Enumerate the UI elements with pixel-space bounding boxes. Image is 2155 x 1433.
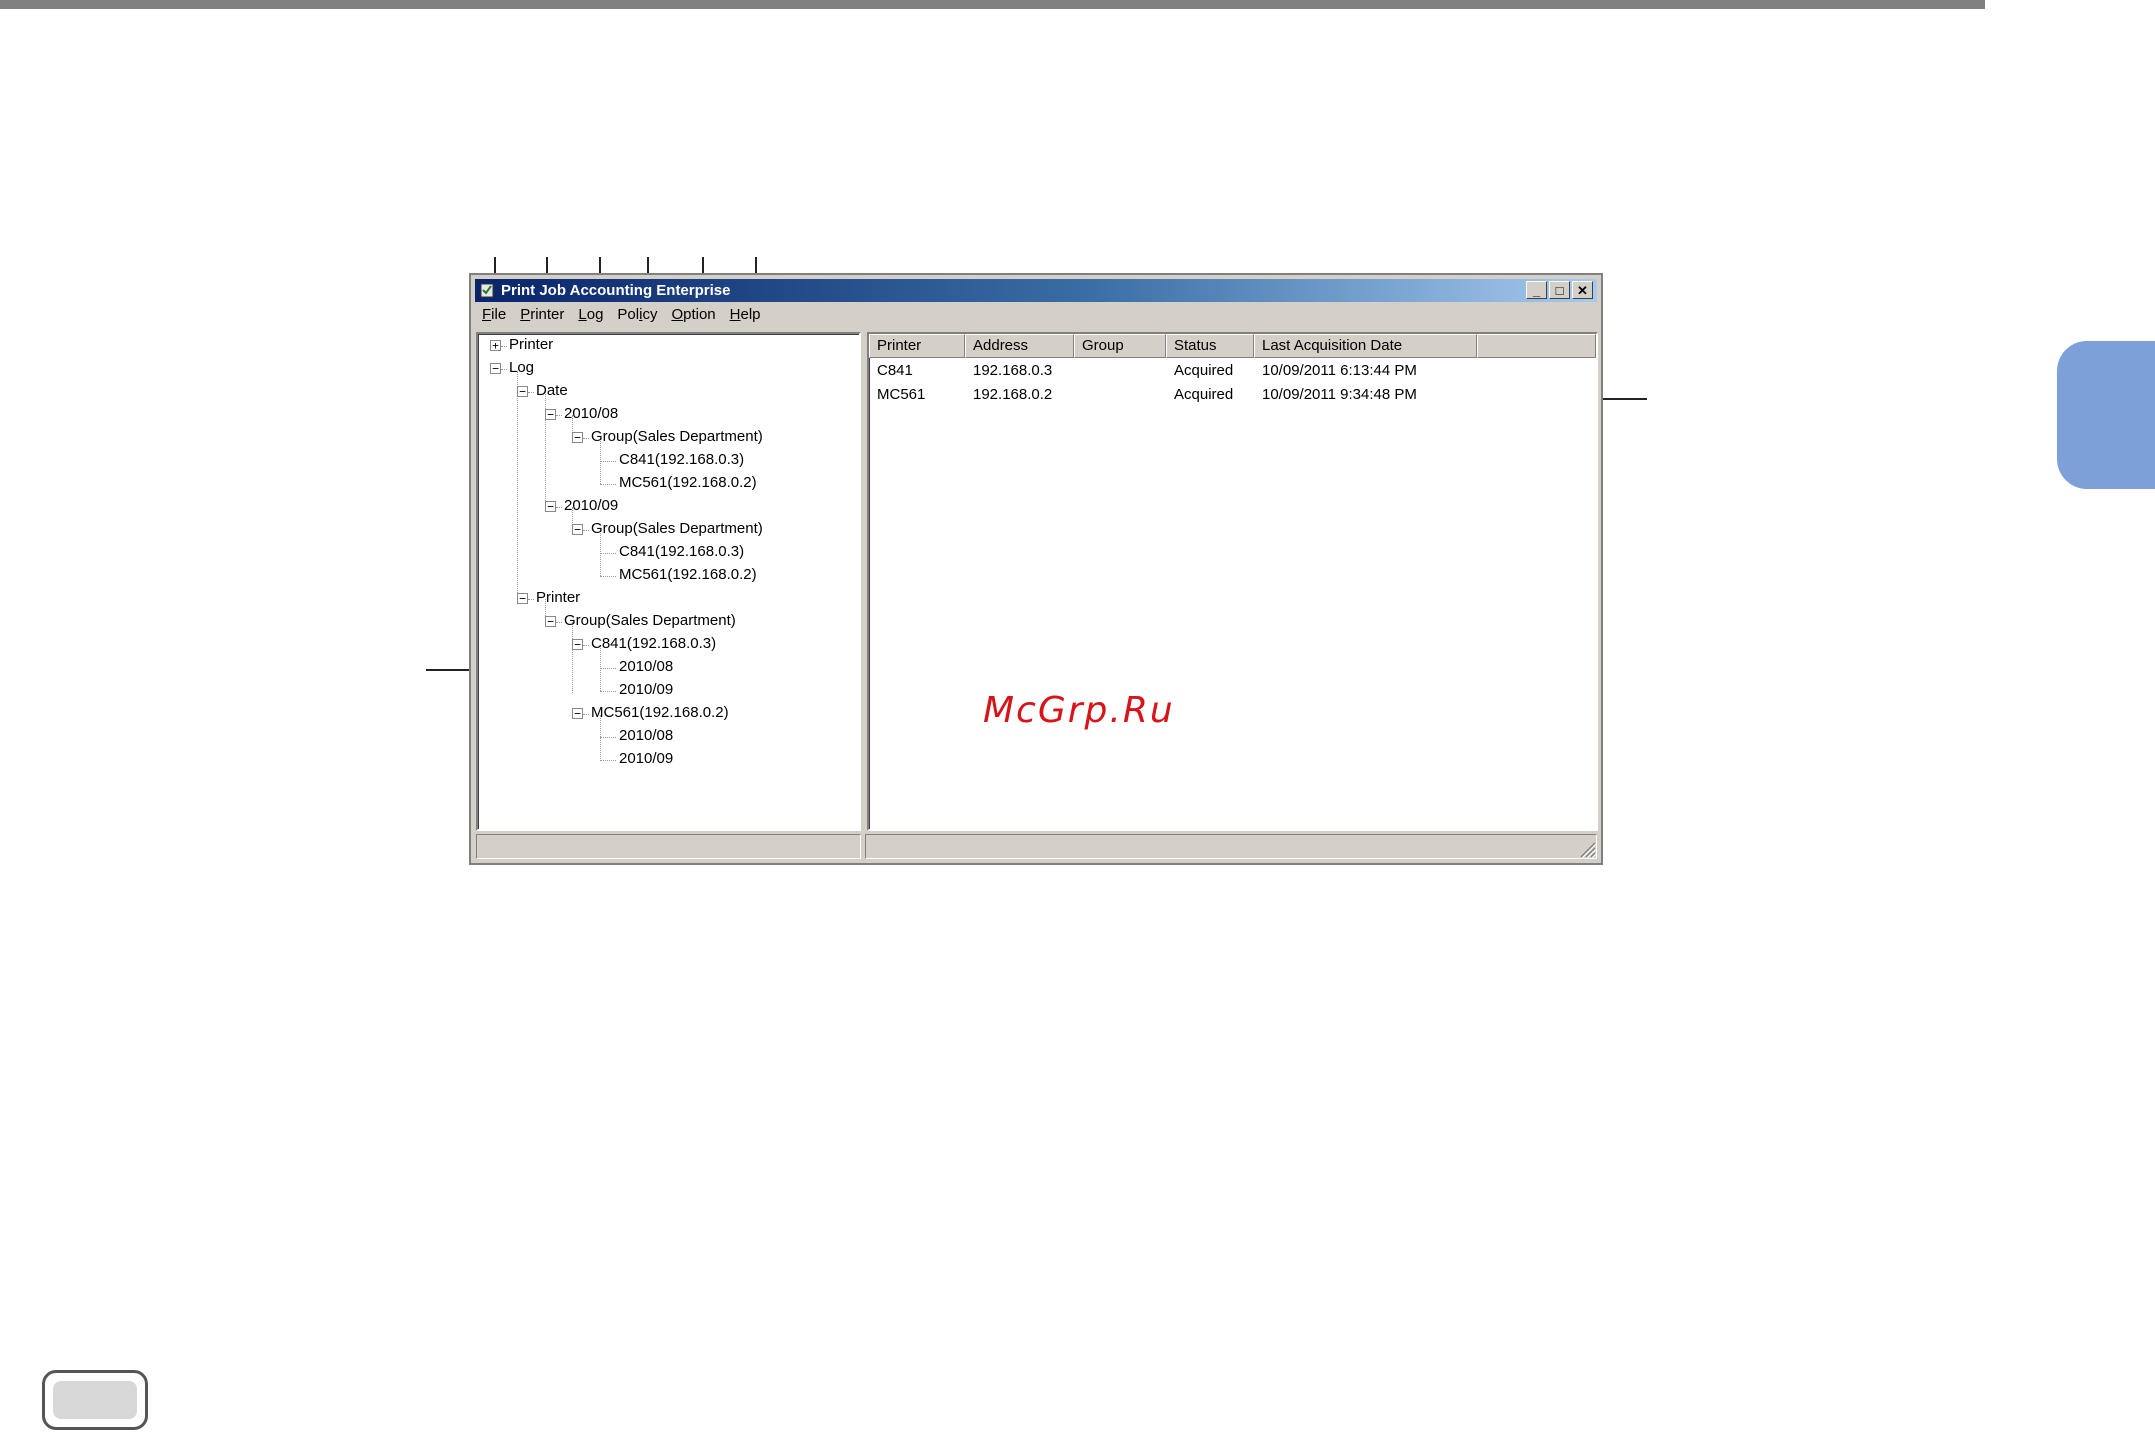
status-segment-right xyxy=(865,834,1597,859)
maximize-button[interactable]: □ xyxy=(1549,281,1570,299)
collapse-icon[interactable]: − xyxy=(490,363,501,374)
collapse-icon[interactable]: − xyxy=(517,386,528,397)
menu-log[interactable]: Log xyxy=(571,304,610,327)
status-segment-left xyxy=(476,834,861,859)
column-header-status[interactable]: Status xyxy=(1166,334,1254,358)
expand-icon[interactable]: + xyxy=(490,340,501,351)
status-bar xyxy=(475,834,1597,859)
menu-option[interactable]: Option xyxy=(664,304,722,327)
tree-label: Group(Sales Department) xyxy=(591,428,763,445)
cell-status: Acquired xyxy=(1174,362,1234,379)
window-title: Print Job Accounting Enterprise xyxy=(501,282,731,299)
close-button[interactable]: ✕ xyxy=(1572,281,1593,299)
cell-status: Acquired xyxy=(1174,386,1234,403)
tree-label: 2010/08 xyxy=(619,658,674,675)
collapse-icon[interactable]: − xyxy=(545,616,556,627)
app-window: Print Job Accounting Enterprise _ □ ✕ Fi… xyxy=(469,273,1603,865)
tree-label: C841(192.168.0.3) xyxy=(619,543,745,560)
collapse-icon[interactable]: − xyxy=(545,409,556,420)
cell-group xyxy=(1074,384,1166,408)
tree-label: Group(Sales Department) xyxy=(564,612,736,629)
column-header-address[interactable]: Address xyxy=(965,334,1074,358)
cell-date: 10/09/2011 9:34:48 PM xyxy=(1262,386,1417,403)
menu-bar: File Printer Log Policy Option Help xyxy=(475,304,1597,327)
collapse-icon[interactable]: − xyxy=(572,708,583,719)
top-rule xyxy=(0,0,1985,9)
collapse-icon[interactable]: − xyxy=(572,524,583,535)
column-header-group[interactable]: Group xyxy=(1074,334,1166,358)
tree-label: MC561(192.168.0.2) xyxy=(619,474,757,491)
cell-address: 192.168.0.3 xyxy=(973,362,1053,379)
resize-grip-icon[interactable] xyxy=(1577,839,1597,859)
cell-printer: C841 xyxy=(877,362,913,379)
collapse-icon[interactable]: − xyxy=(572,432,583,443)
page-number-badge xyxy=(42,1370,148,1430)
tree-label: Group(Sales Department) xyxy=(591,520,763,537)
menu-help[interactable]: Help xyxy=(723,304,768,327)
section-tab xyxy=(2057,341,2155,489)
tree-label: 2010/09 xyxy=(619,681,674,698)
tree-label: MC561(192.168.0.2) xyxy=(619,566,757,583)
app-icon xyxy=(480,283,494,298)
collapse-icon[interactable]: − xyxy=(517,593,528,604)
tree-label: 2010/08 xyxy=(564,405,619,422)
tree-pane[interactable]: + Printer − Log − Date − 2010/08 − Group… xyxy=(476,332,861,831)
cell-group xyxy=(1074,360,1166,384)
cell-date: 10/09/2011 6:13:44 PM xyxy=(1262,362,1417,379)
menu-printer[interactable]: Printer xyxy=(513,304,571,327)
tree-label: Printer xyxy=(536,589,581,606)
menu-policy[interactable]: Policy xyxy=(610,304,664,327)
menu-file[interactable]: File xyxy=(475,304,513,327)
tree-label: 2010/09 xyxy=(564,497,619,514)
collapse-icon[interactable]: − xyxy=(545,501,556,512)
tree-label: C841(192.168.0.3) xyxy=(619,451,745,468)
minimize-button[interactable]: _ xyxy=(1526,281,1547,299)
tree-label: Printer xyxy=(509,336,554,353)
tree-label: Log xyxy=(509,359,535,376)
printer-list-pane[interactable]: Printer Address Group Status Last Acquis… xyxy=(867,332,1598,831)
tree-label: MC561(192.168.0.2) xyxy=(591,704,729,721)
table-row[interactable]: MC561 192.168.0.2 Acquired 10/09/2011 9:… xyxy=(869,384,1596,408)
cell-address: 192.168.0.2 xyxy=(973,386,1053,403)
tree-label: 2010/09 xyxy=(619,750,674,767)
tree-label: C841(192.168.0.3) xyxy=(591,635,717,652)
title-bar[interactable]: Print Job Accounting Enterprise _ □ ✕ xyxy=(475,279,1597,302)
list-header: Printer Address Group Status Last Acquis… xyxy=(869,334,1596,358)
column-header-printer[interactable]: Printer xyxy=(869,334,965,358)
tree-label: 2010/08 xyxy=(619,727,674,744)
cell-printer: MC561 xyxy=(877,386,926,403)
tree-label: Date xyxy=(536,382,568,399)
column-header-filler xyxy=(1477,334,1596,358)
column-header-last-acquisition-date[interactable]: Last Acquisition Date xyxy=(1254,334,1477,358)
watermark: McGrp.Ru xyxy=(983,690,1175,731)
collapse-icon[interactable]: − xyxy=(572,639,583,650)
table-row[interactable]: C841 192.168.0.3 Acquired 10/09/2011 6:1… xyxy=(869,360,1596,384)
